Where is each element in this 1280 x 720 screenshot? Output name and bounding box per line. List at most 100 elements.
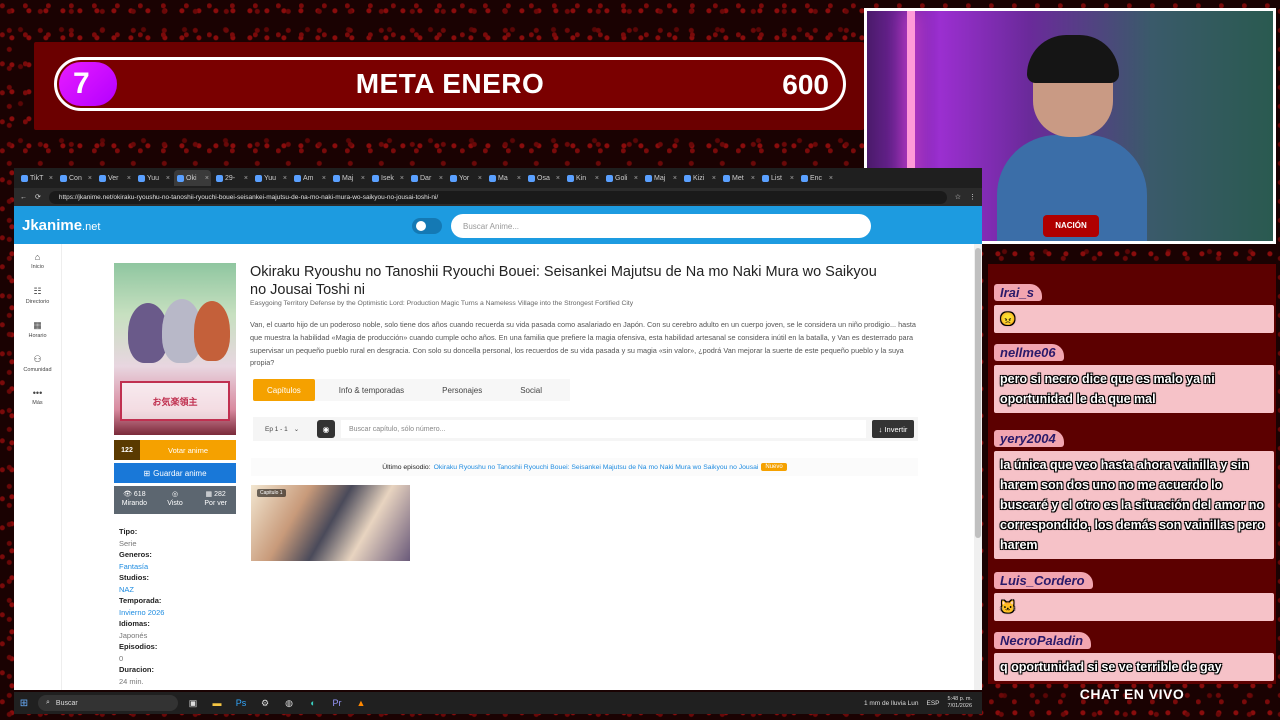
vote-button[interactable]: 122 Votar anime <box>114 440 236 460</box>
close-icon[interactable]: × <box>244 175 250 182</box>
taskbar-search[interactable]: ⌕ Buscar <box>38 695 178 711</box>
close-icon[interactable]: × <box>361 175 367 182</box>
chat-username[interactable]: NecroPaladin <box>994 632 1092 649</box>
close-icon[interactable]: × <box>634 175 640 182</box>
chat-username[interactable]: yery2004 <box>994 430 1064 447</box>
page-scrollbar[interactable] <box>974 244 982 690</box>
browser-tab[interactable]: Yuu × <box>135 170 172 186</box>
content-tab[interactable]: Social <box>506 379 556 401</box>
nav-item-inicio[interactable]: ⌂ Inicio <box>14 244 61 278</box>
chat-username[interactable]: Luis_Cordero <box>994 572 1093 589</box>
close-icon[interactable]: × <box>400 175 406 182</box>
chat-text: q oportunidad si se ve terrible de gay <box>994 653 1274 681</box>
browser-tab[interactable]: Maj × <box>330 170 367 186</box>
url-field[interactable]: https://jkanime.net/okiraku-ryoushu-no-t… <box>48 190 947 204</box>
save-anime-button[interactable]: ⊞ Guardar anime <box>114 463 236 483</box>
close-icon[interactable]: × <box>166 175 172 182</box>
browser-tab[interactable]: Enc × <box>798 170 835 186</box>
browser-tab[interactable]: Ma × <box>486 170 523 186</box>
poster-title-art: お気楽領主 <box>120 381 230 421</box>
stat-por-ver[interactable]: ▦ 282 Por ver <box>195 486 236 514</box>
browser-tab[interactable]: Osa × <box>525 170 562 186</box>
info-value: 24 min. <box>119 676 144 686</box>
close-icon[interactable]: × <box>790 175 796 182</box>
close-icon[interactable]: × <box>478 175 484 182</box>
close-icon[interactable]: × <box>439 175 445 182</box>
windows-start-icon[interactable]: ⊞ <box>14 698 34 709</box>
browser-tab[interactable]: Ver × <box>96 170 133 186</box>
info-label: Generos: <box>119 550 152 559</box>
nav-item-directorio[interactable]: ☷ Directorio <box>14 278 61 312</box>
close-icon[interactable]: × <box>517 175 523 182</box>
chat-username[interactable]: Irai_s <box>994 284 1042 301</box>
browser-tab[interactable]: Met × <box>720 170 757 186</box>
obs-icon[interactable]: ◍ <box>280 695 298 711</box>
browser-tab[interactable]: List × <box>759 170 796 186</box>
info-value[interactable]: Fantasía <box>119 561 234 573</box>
episode-range-select[interactable]: Ep 1 - 1 ⌄ <box>257 420 311 438</box>
browser-tab[interactable]: Yor × <box>447 170 484 186</box>
nav-item-más[interactable]: ••• Más <box>14 380 61 414</box>
content-tab[interactable]: Capítulos <box>253 379 315 401</box>
browser-tab-label: Am <box>303 174 314 182</box>
premiere-icon[interactable]: Pr <box>328 695 346 711</box>
favicon-icon <box>372 174 379 182</box>
edge-icon[interactable]: ◐ <box>304 695 322 711</box>
browser-tab[interactable]: Con × <box>57 170 94 186</box>
vlc-icon[interactable]: ▲ <box>352 695 370 711</box>
browser-tab[interactable]: TikT × <box>18 170 55 186</box>
nav-item-comunidad[interactable]: ⚇ Comunidad <box>14 346 61 380</box>
task-view-icon[interactable]: ▣ <box>184 695 202 711</box>
last-episode-link[interactable]: Okiraku Ryoushu no Tanoshii Ryouchi Boue… <box>434 464 759 471</box>
close-icon[interactable]: × <box>595 175 601 182</box>
browser-tab[interactable]: Kin × <box>564 170 601 186</box>
close-icon[interactable]: × <box>88 175 94 182</box>
language-indicator[interactable]: ESP <box>927 700 940 707</box>
app-icon[interactable]: ⚙ <box>256 695 274 711</box>
browser-tab[interactable]: Maj × <box>642 170 679 186</box>
info-value[interactable]: Invierno 2026 <box>119 607 234 619</box>
browser-tab[interactable]: Dar × <box>408 170 445 186</box>
nav-label: Comunidad <box>23 366 52 373</box>
close-icon[interactable]: × <box>829 175 835 182</box>
close-icon[interactable]: × <box>712 175 718 182</box>
close-icon[interactable]: × <box>205 175 211 182</box>
browser-tab[interactable]: Kizi × <box>681 170 718 186</box>
stat-mirando[interactable]: 👁 618 Mirando <box>114 486 155 514</box>
extensions-icon[interactable]: ⋮ <box>969 193 976 201</box>
folder-icon[interactable]: ▬ <box>208 695 226 711</box>
weather-widget[interactable]: 1 mm de lluvia Lun <box>864 700 919 707</box>
back-icon[interactable]: ← <box>20 194 27 201</box>
close-icon[interactable]: × <box>673 175 679 182</box>
episode-search-input[interactable]: Buscar capítulo, sólo número... <box>341 420 866 438</box>
site-logo[interactable]: Jkanime .net <box>22 217 100 234</box>
anime-search-input[interactable]: Buscar Anime... <box>451 214 871 238</box>
clock[interactable]: 5:48 p. m. 7/01/2026 <box>948 696 972 710</box>
bookmark-icon[interactable]: ☆ <box>955 193 961 201</box>
browser-tab[interactable]: Goli × <box>603 170 640 186</box>
browser-tab-label: Dar <box>420 174 432 182</box>
close-icon[interactable]: × <box>322 175 328 182</box>
close-icon[interactable]: × <box>751 175 757 182</box>
browser-tab[interactable]: Am × <box>291 170 328 186</box>
episode-card[interactable]: Capitulo 1 <box>251 485 410 561</box>
theme-toggle[interactable] <box>412 218 442 234</box>
browser-tab[interactable]: Yuu × <box>252 170 289 186</box>
invert-order-button[interactable]: ↓ Invertir <box>872 420 914 438</box>
chat-username[interactable]: nellme06 <box>994 344 1064 361</box>
browser-tab[interactable]: 29- × <box>213 170 250 186</box>
browser-tab[interactable]: Isek × <box>369 170 406 186</box>
reload-icon[interactable]: ⟳ <box>35 193 41 201</box>
info-value[interactable]: NAZ <box>119 584 234 596</box>
close-icon[interactable]: × <box>127 175 133 182</box>
browser-tab[interactable]: Oki × <box>174 170 211 186</box>
nav-item-horario[interactable]: ▦ Horario <box>14 312 61 346</box>
stat-visto[interactable]: ◎ Visto <box>155 486 196 514</box>
content-tab[interactable]: Personajes <box>428 379 496 401</box>
content-tab[interactable]: Info & temporadas <box>325 379 418 401</box>
close-icon[interactable]: × <box>49 175 55 182</box>
photoshop-icon[interactable]: Ps <box>232 695 250 711</box>
close-icon[interactable]: × <box>556 175 562 182</box>
close-icon[interactable]: × <box>283 175 289 182</box>
eye-icon[interactable]: ◉ <box>317 420 335 438</box>
